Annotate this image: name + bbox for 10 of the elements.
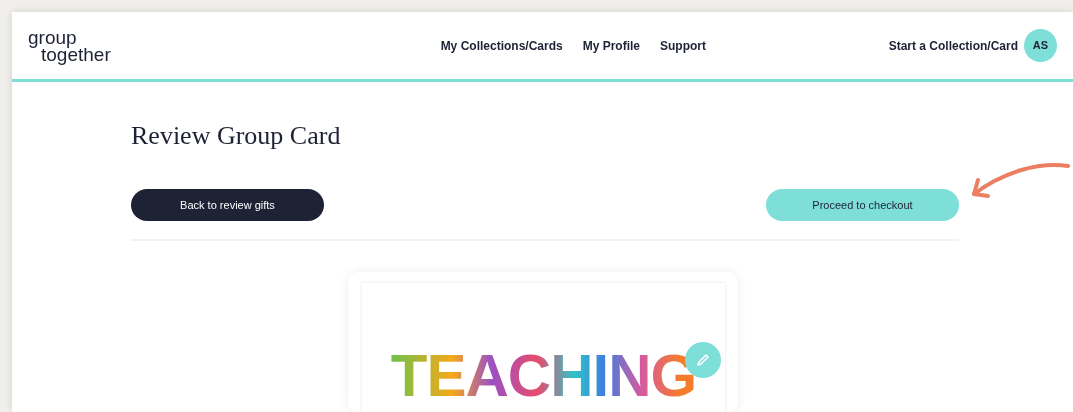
- proceed-button[interactable]: Proceed to checkout: [766, 189, 959, 221]
- logo[interactable]: group together: [28, 28, 148, 63]
- start-collection-link[interactable]: Start a Collection/Card: [888, 36, 1018, 55]
- page-title: Review Group Card: [131, 120, 342, 152]
- nav-link[interactable]: My Profile: [582, 36, 640, 55]
- back-button[interactable]: Back to review gifts: [131, 189, 324, 221]
- avatar[interactable]: AS: [1024, 29, 1057, 62]
- nav-link[interactable]: My Collections/Cards: [440, 36, 563, 55]
- nav-link[interactable]: Support: [660, 36, 706, 55]
- pencil-icon: [695, 352, 711, 368]
